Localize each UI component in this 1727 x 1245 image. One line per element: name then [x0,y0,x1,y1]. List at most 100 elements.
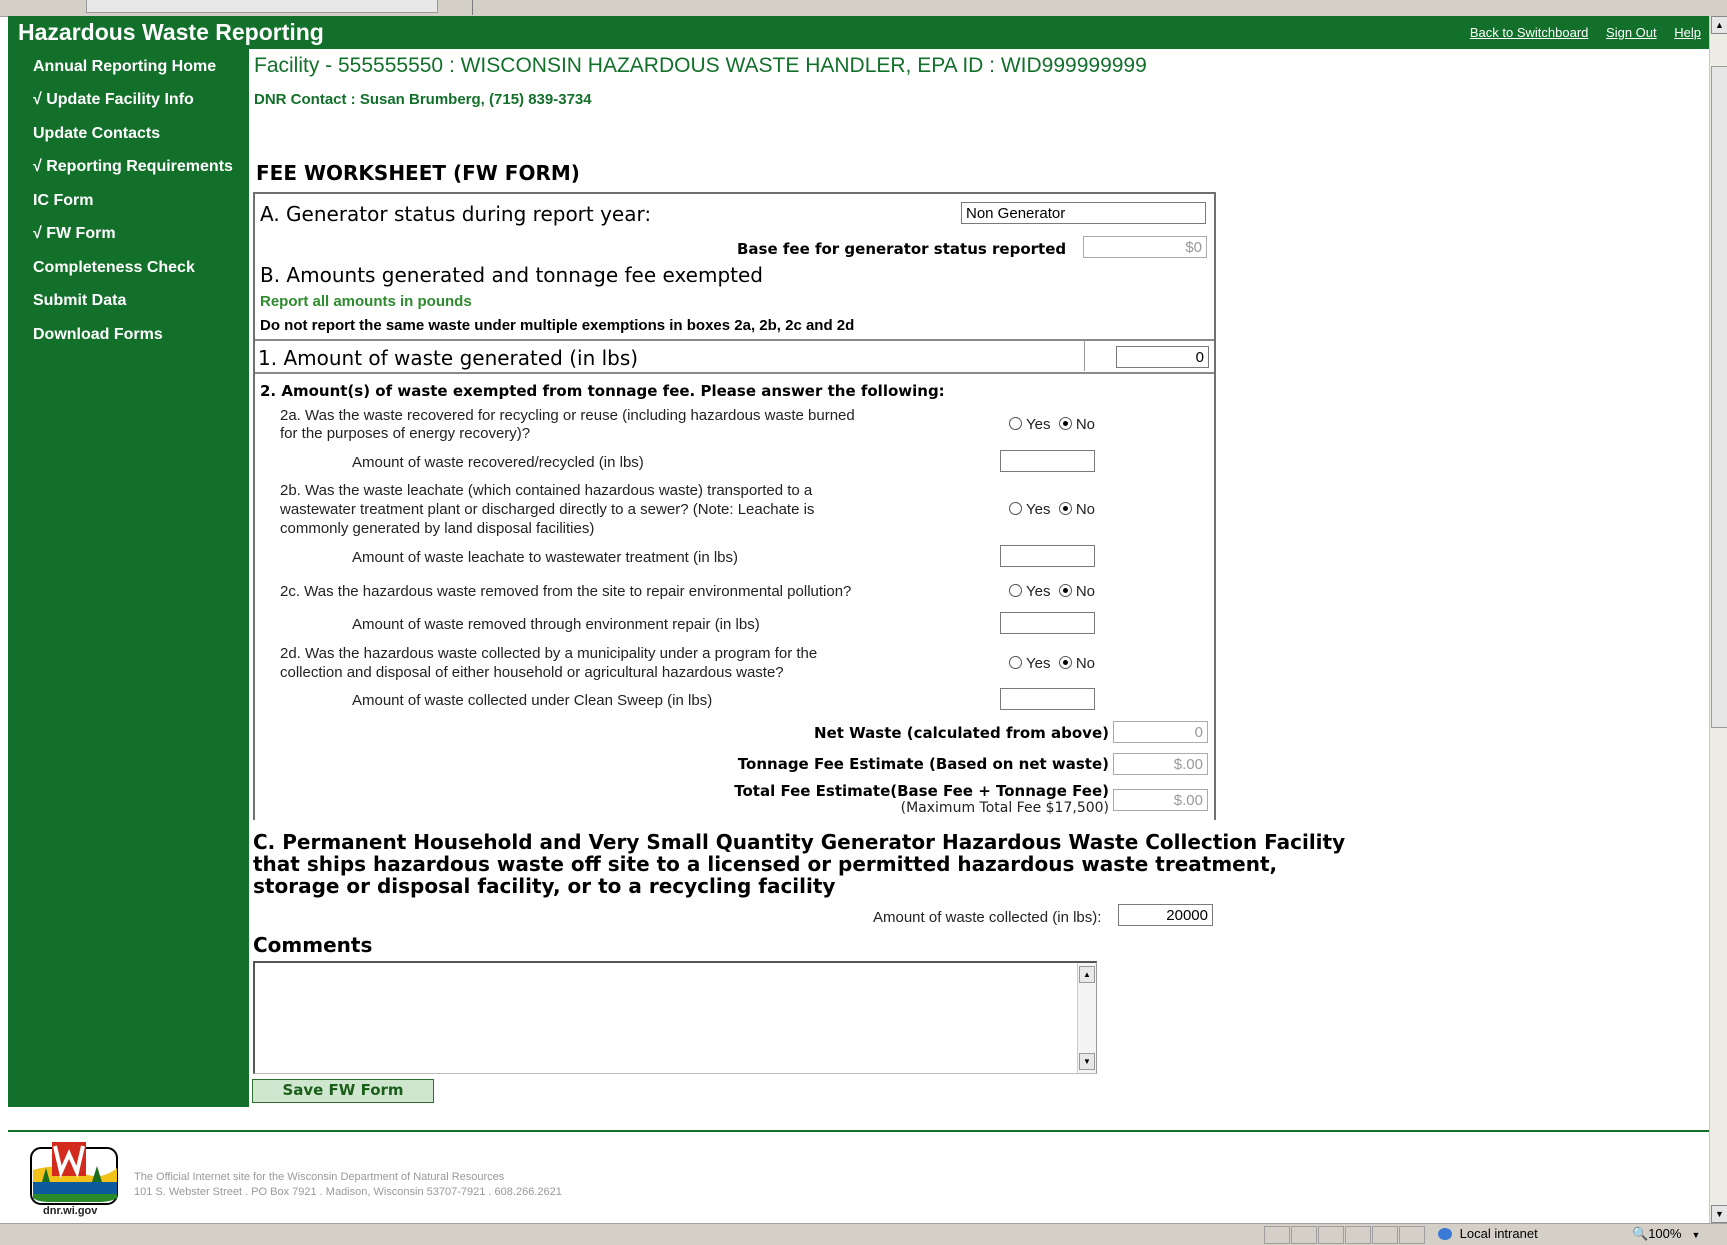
chevron-down-icon[interactable]: ▼ [1691,1230,1700,1240]
net-waste-field: 0 [1113,721,1208,743]
divider [1084,341,1085,371]
zoom-icon: 🔍 [1632,1226,1649,1241]
q2d-no-radio[interactable]: No [1058,655,1095,672]
zone-cell: Local intranet [1426,1226,1616,1242]
clean-sweep-amount-field[interactable] [1000,688,1095,710]
sidebar-item-download-forms[interactable]: Download Forms [33,326,163,344]
radio-off-icon [1009,417,1022,430]
q2a-yes-radio[interactable]: Yes [1009,416,1050,433]
q2-heading: 2. Amount(s) of waste exempted from tonn… [260,382,945,400]
waste-generated-field[interactable]: 0 [1116,346,1209,368]
browser-toolbar-fragment [0,0,1727,17]
status-cell [1372,1226,1398,1244]
browser-tab[interactable] [86,0,438,13]
sidebar-item-submit-data[interactable]: Submit Data [33,292,126,310]
section-c-heading: C. Permanent Household and Very Small Qu… [253,831,1345,897]
q2a-text-line2: for the purposes of energy recovery)? [280,425,531,442]
sidebar-item-completeness-check[interactable]: Completeness Check [33,259,195,277]
radio-off-icon [1009,584,1022,597]
comments-scrollbar[interactable]: ▲ ▼ [1077,963,1096,1073]
footer-text: The Official Internet site for the Wisco… [134,1170,562,1200]
footer-line1: The Official Internet site for the Wisco… [134,1171,505,1183]
base-fee-field: $0 [1083,236,1207,258]
zoom-control[interactable]: 🔍100% ▼ [1620,1226,1705,1242]
sign-out-link[interactable]: Sign Out [1606,25,1657,40]
scroll-up-icon[interactable]: ▲ [1079,966,1095,983]
sidebar-item-ic-form[interactable]: IC Form [33,192,93,210]
header-links: Back to Switchboard Sign Out Help [1456,25,1701,40]
q2c-amount-label: Amount of waste removed through environm… [352,616,760,633]
radio-on-icon [1058,584,1072,597]
q2a-radio-group: Yes No [1009,416,1095,433]
radio-on-icon [1058,656,1072,669]
leachate-amount-field[interactable] [1000,545,1095,567]
amount-collected-field[interactable]: 20000 [1118,904,1213,926]
page-scrollbar[interactable]: ▲ ▼ [1709,16,1727,1223]
scroll-down-icon[interactable]: ▼ [1079,1053,1095,1070]
q2b-text-line2: wastewater treatment plant or discharged… [280,501,815,518]
radio-off-icon [1009,656,1022,669]
save-fw-form-button[interactable]: Save FW Form [252,1079,434,1103]
q2c-yes-radio[interactable]: Yes [1009,583,1050,600]
divider [255,372,1214,374]
browser-status-bar: Local intranet 🔍100% ▼ [0,1223,1727,1245]
net-waste-label: Net Waste (calculated from above) [814,724,1109,742]
divider [255,339,1214,341]
multiple-exemptions-note: Do not report the same waste under multi… [260,317,855,334]
generator-status-field[interactable]: Non Generator [961,202,1206,224]
q2a-no-radio[interactable]: No [1058,416,1095,433]
repair-amount-field[interactable] [1000,612,1095,634]
amount-collected-label: Amount of waste collected (in lbs): [873,909,1102,926]
q2d-text-line1: 2d. Was the hazardous waste collected by… [280,645,818,662]
q2d-radio-group: Yes No [1009,655,1095,672]
status-cell [1345,1226,1371,1244]
scroll-thumb[interactable] [1711,66,1727,728]
logo-label: dnr.wi.gov [43,1205,98,1217]
q2c-no-radio[interactable]: No [1058,583,1095,600]
tonnage-fee-label: Tonnage Fee Estimate (Based on net waste… [737,755,1109,773]
back-to-switchboard-link[interactable]: Back to Switchboard [1470,25,1589,40]
section-c-line2: that ships hazardous waste off site to a… [253,852,1278,876]
zoom-label: 100% [1648,1226,1682,1241]
sidebar-item-annual-reporting-home[interactable]: Annual Reporting Home [33,58,216,76]
zone-label: Local intranet [1459,1226,1538,1241]
sidebar-item-update-contacts[interactable]: Update Contacts [33,125,160,143]
q1-label: 1. Amount of waste generated (in lbs) [258,346,639,370]
footer-line2: 101 S. Webster Street . PO Box 7921 . Ma… [134,1186,562,1198]
radio-on-icon [1058,502,1072,515]
section-b-heading: B. Amounts generated and tonnage fee exe… [260,263,763,287]
sidebar-item-fw-form[interactable]: √ FW Form [33,225,116,243]
q2b-amount-label: Amount of waste leachate to wastewater t… [352,549,739,566]
total-fee-label: Total Fee Estimate(Base Fee + Tonnage Fe… [734,782,1109,800]
q2d-yes-radio[interactable]: Yes [1009,655,1050,672]
help-link[interactable]: Help [1674,25,1701,40]
scroll-down-icon[interactable]: ▼ [1711,1205,1727,1223]
comments-label: Comments [253,933,373,957]
q2b-text-line3: commonly generated by land disposal faci… [280,520,595,537]
q2d-amount-label: Amount of waste collected under Clean Sw… [352,692,713,709]
tonnage-fee-field: $.00 [1113,753,1208,775]
status-cell [1399,1226,1425,1244]
sidebar-nav: Annual Reporting Home √ Update Facility … [8,49,249,1107]
recovered-amount-field[interactable] [1000,450,1095,472]
app-header: Hazardous Waste Reporting Back to Switch… [8,16,1709,49]
fee-worksheet-form: A. Generator status during report year: … [253,192,1216,820]
status-cell [1291,1226,1317,1244]
q2d-text-line2: collection and disposal of either househ… [280,664,784,681]
q2c-text-line1: 2c. Was the hazardous waste removed from… [280,583,852,600]
footer-divider [8,1130,1709,1132]
max-fee-note: (Maximum Total Fee $17,500) [900,800,1109,816]
q2b-no-radio[interactable]: No [1058,501,1095,518]
sidebar-item-update-facility-info[interactable]: √ Update Facility Info [33,91,194,109]
sidebar-item-reporting-requirements[interactable]: √ Reporting Requirements [33,158,233,176]
status-cell [1264,1226,1290,1244]
comments-textarea[interactable]: ▲ ▼ [253,961,1097,1074]
q2b-radio-group: Yes No [1009,501,1095,518]
q2b-yes-radio[interactable]: Yes [1009,501,1050,518]
base-fee-label: Base fee for generator status reported [737,240,1067,258]
toolbar-separator [472,0,473,15]
scroll-up-icon[interactable]: ▲ [1711,16,1727,34]
radio-on-icon [1058,417,1072,430]
report-pounds-note: Report all amounts in pounds [260,293,472,310]
total-fee-field: $.00 [1113,789,1208,811]
